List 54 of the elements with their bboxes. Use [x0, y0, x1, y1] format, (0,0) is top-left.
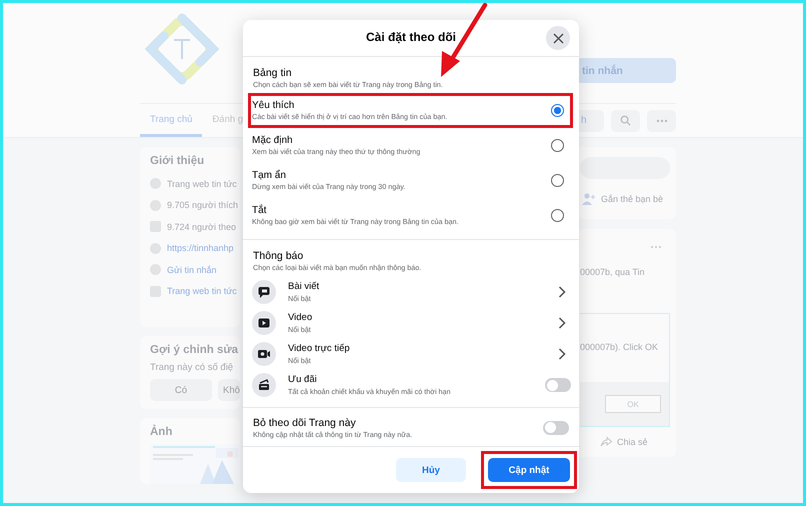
intro-text: Trang web tin tức — [167, 178, 237, 189]
people-icon — [582, 193, 596, 205]
close-button[interactable] — [546, 26, 570, 50]
more-icon — [656, 118, 668, 122]
toggle-switch[interactable] — [545, 378, 571, 392]
intro-text: 9.724 người theo — [167, 222, 236, 232]
section-title: Bảng tin — [252, 67, 293, 80]
dialog-message: 000007b). Click OK — [580, 342, 660, 352]
share-icon — [600, 437, 612, 447]
share-label[interactable]: Chia sẻ — [617, 437, 648, 447]
update-button[interactable]: Cập nhật — [488, 458, 570, 482]
info-icon — [150, 178, 161, 190]
notification-type: Bài viết — [288, 282, 320, 292]
radio-button[interactable] — [551, 209, 564, 222]
notification-type: Ưu đãi — [288, 374, 318, 386]
ticket-icon — [252, 373, 276, 398]
cancel-button[interactable]: Hủy — [396, 458, 466, 482]
toggle-switch[interactable] — [543, 420, 569, 435]
info-icon — [150, 242, 161, 254]
radio-button[interactable] — [551, 174, 564, 188]
card-title: Giới thiệu — [150, 155, 206, 167]
card-title: Gợi ý chỉnh sửa — [150, 344, 240, 356]
notification-type: Video trực tiếp — [288, 344, 351, 354]
message-button[interactable]: tin nhắn — [576, 58, 676, 83]
comment-icon — [252, 280, 276, 304]
question-text: Trang này có số điệ — [150, 362, 234, 373]
intro-text: Gửi tin nhắn — [167, 264, 217, 275]
info-icon — [150, 200, 161, 211]
chevron-right-icon[interactable] — [558, 348, 566, 360]
camera-icon — [252, 342, 276, 366]
close-icon — [552, 32, 564, 44]
intro-text: Trang web tin tức — [167, 286, 237, 296]
radio-button[interactable] — [551, 104, 564, 118]
radio-button[interactable] — [551, 139, 564, 152]
tag-friends-label[interactable]: Gắn thẻ bạn bè — [601, 194, 664, 204]
chevron-right-icon[interactable] — [558, 317, 566, 330]
post-text: 00007b, qua Tin — [580, 267, 646, 277]
chevron-right-icon[interactable] — [558, 286, 566, 298]
info-icon — [150, 264, 161, 276]
search-icon — [620, 115, 631, 126]
post-field[interactable] — [580, 157, 670, 179]
answer-button[interactable]: Có — [150, 379, 212, 401]
intro-text: 9.705 người thích — [167, 200, 238, 210]
intro-text: https://tinnhanhp — [167, 243, 234, 254]
dialog-title: Cài đặt theo dõi — [366, 31, 456, 45]
info-icon — [150, 221, 161, 232]
section-title: Thông báo — [252, 250, 304, 262]
info-icon — [150, 286, 161, 297]
page-tab[interactable]: Trang chủ — [140, 104, 202, 137]
answer-button[interactable]: Khô — [218, 379, 240, 401]
play-icon — [252, 311, 276, 336]
card-title: Ảnh — [150, 426, 174, 438]
notification-type: Video — [288, 312, 314, 324]
unfollow-title: Bỏ theo dõi Trang này — [252, 416, 357, 429]
